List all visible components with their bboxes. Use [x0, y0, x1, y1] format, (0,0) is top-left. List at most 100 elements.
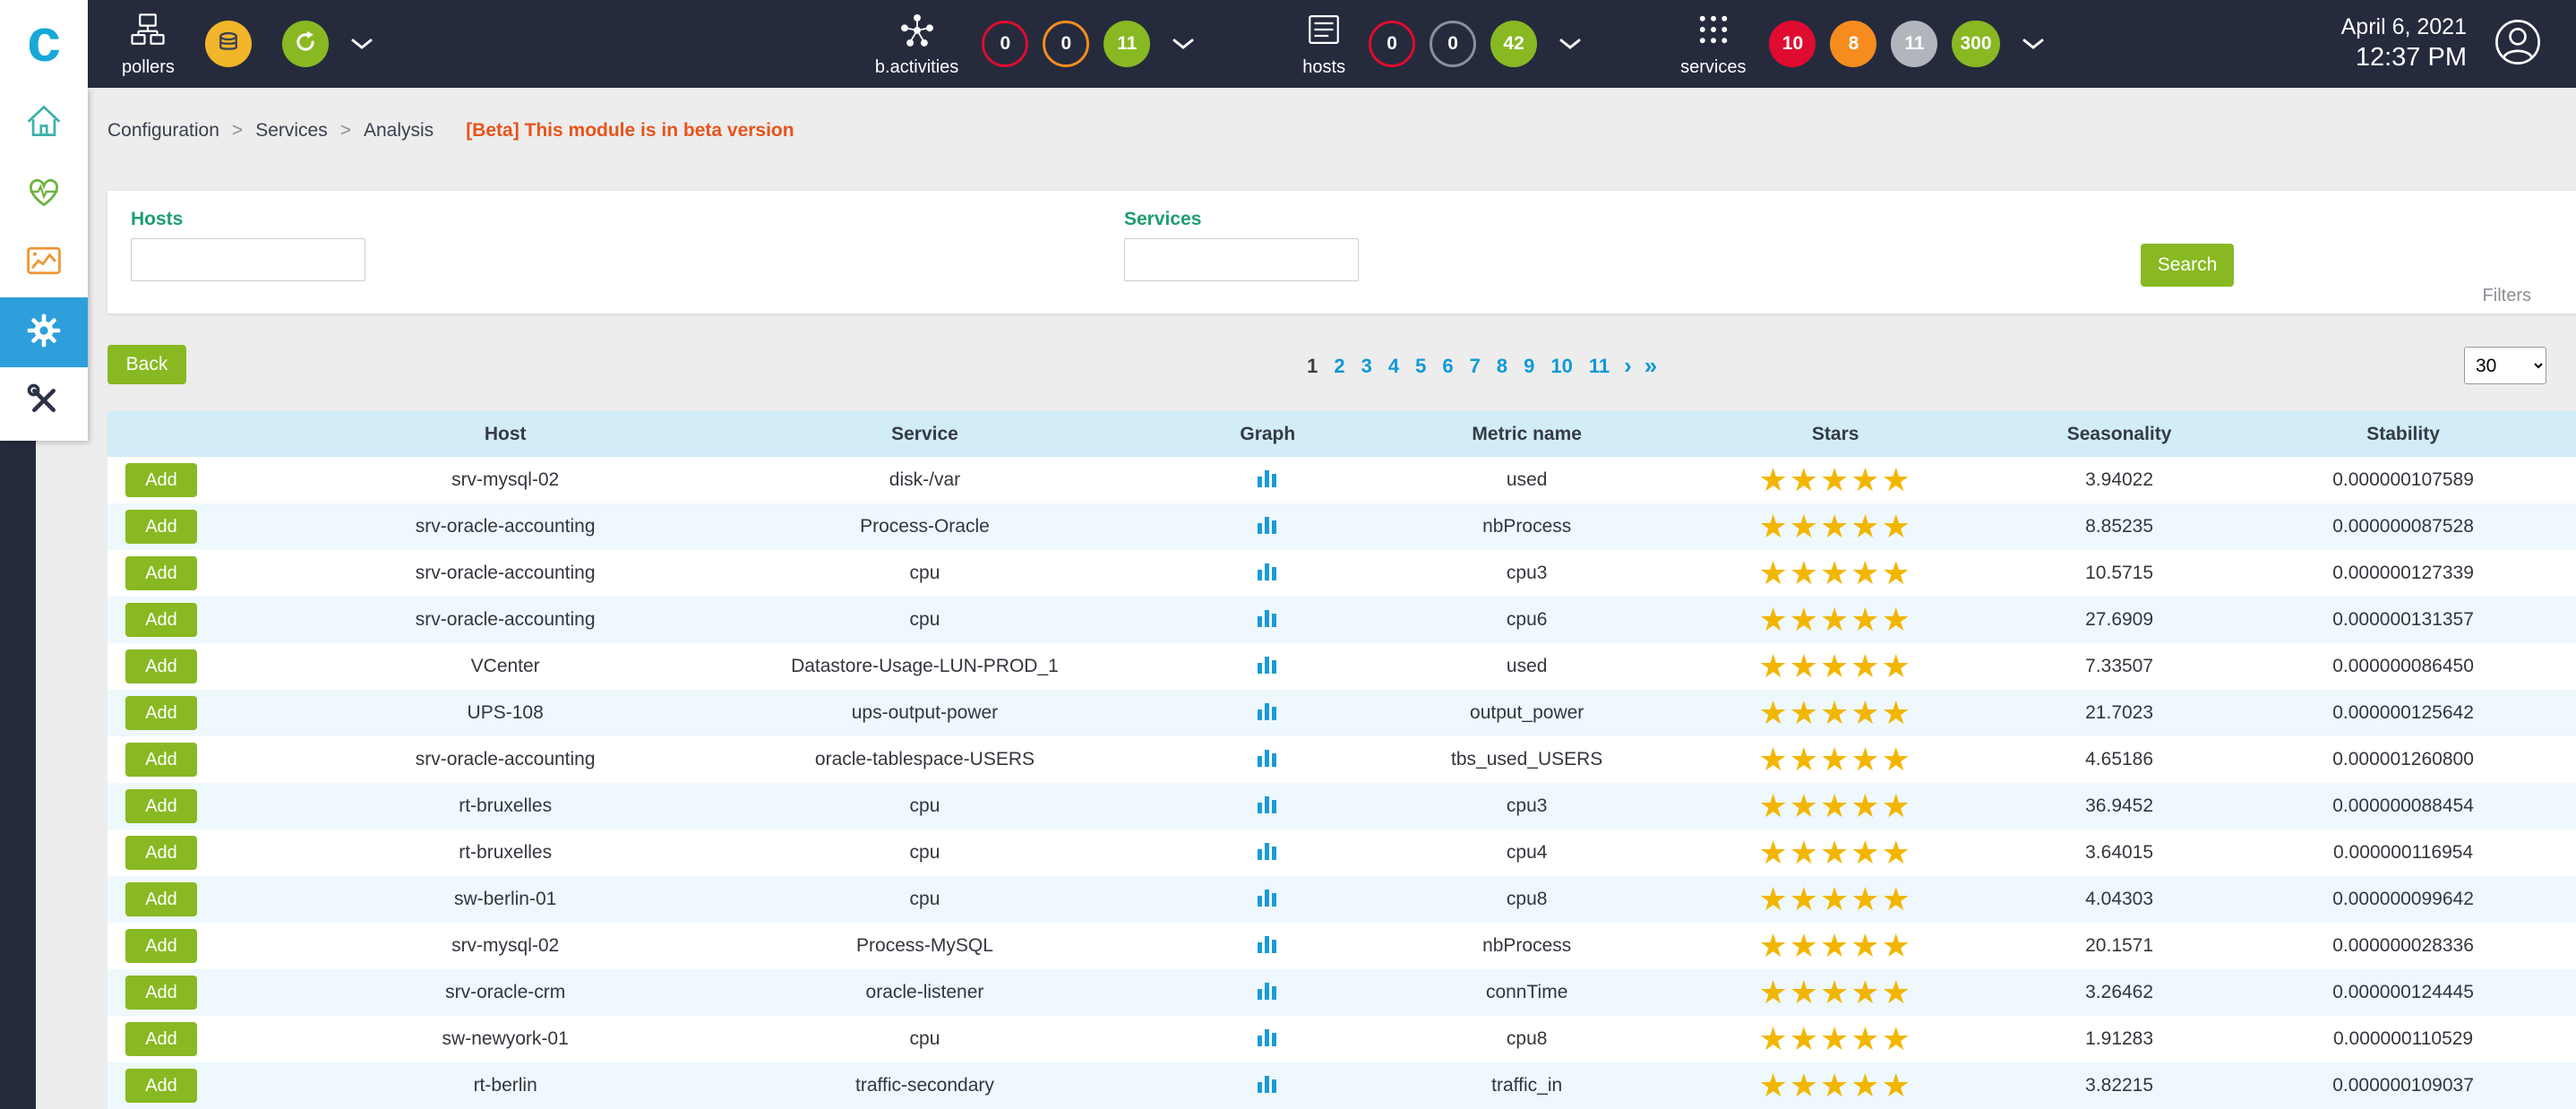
- hosts-status-badge[interactable]: 42: [1490, 21, 1537, 67]
- report-chart-icon: [24, 241, 64, 285]
- hosts-chevron-down-icon[interactable]: [1558, 37, 1582, 51]
- service-cell: cpu: [700, 876, 1144, 923]
- services-status-badge[interactable]: 10: [1769, 21, 1816, 67]
- metric-cell: used: [1391, 457, 1662, 503]
- user-profile-icon[interactable]: [2494, 18, 2542, 71]
- add-button[interactable]: Add: [125, 603, 197, 637]
- service-cell: oracle-tablespace-USERS: [700, 736, 1144, 783]
- poller-latency-status-badge[interactable]: [282, 21, 329, 67]
- services-status-badge[interactable]: 8: [1830, 21, 1876, 67]
- add-button[interactable]: Add: [125, 836, 197, 870]
- seasonality-cell: 8.85235: [2008, 503, 2230, 550]
- seasonality-cell: 3.94022: [2008, 457, 2230, 503]
- poller-database-status-badge[interactable]: [205, 21, 252, 67]
- back-button[interactable]: Back: [107, 345, 186, 384]
- add-button[interactable]: Add: [125, 882, 197, 916]
- business-activities-icon: [898, 11, 936, 53]
- stability-cell: 0.000000099642: [2230, 876, 2576, 923]
- sidebar-item-configuration[interactable]: [0, 297, 88, 367]
- page-link-8[interactable]: 8: [1497, 355, 1507, 378]
- centreon-logo[interactable]: c: [0, 0, 88, 88]
- graph-icon[interactable]: [1256, 1071, 1279, 1095]
- graph-icon[interactable]: [1256, 606, 1279, 629]
- stability-cell: 0.000000109037: [2230, 1062, 2576, 1109]
- business-activities-menu[interactable]: b.activities 0011: [875, 11, 1195, 78]
- add-button[interactable]: Add: [125, 556, 197, 590]
- page-link-9[interactable]: 9: [1524, 355, 1534, 378]
- sidebar-item-reporting[interactable]: [0, 228, 88, 297]
- business-activities-chevron-down-icon[interactable]: [1172, 37, 1195, 51]
- sidebar-item-administration[interactable]: [0, 367, 88, 437]
- services-status-badge[interactable]: 11: [1891, 21, 1937, 67]
- search-button[interactable]: Search: [2141, 244, 2234, 287]
- add-button[interactable]: Add: [125, 696, 197, 730]
- add-button[interactable]: Add: [125, 976, 197, 1010]
- add-button[interactable]: Add: [125, 510, 197, 544]
- hosts-status-badge[interactable]: 0: [1369, 21, 1415, 67]
- services-status-badge[interactable]: 300: [1952, 21, 1999, 67]
- graph-icon[interactable]: [1256, 745, 1279, 769]
- graph-icon[interactable]: [1256, 792, 1279, 815]
- graph-icon[interactable]: [1256, 559, 1279, 582]
- table-row: Add sw-berlin-01 cpu cpu8 ★★★★★ 4.04303 …: [107, 876, 2576, 923]
- service-cell: cpu: [700, 830, 1144, 876]
- page-size-select[interactable]: 30: [2464, 347, 2546, 384]
- business-activities-badges: 00 11: [982, 21, 1150, 67]
- hosts-filter-input[interactable]: [131, 238, 365, 281]
- table-body: Add srv-mysql-02 disk-/var used ★★★★★ 3.…: [107, 457, 2576, 1109]
- services-filter-input[interactable]: [1124, 238, 1359, 281]
- services-chevron-down-icon[interactable]: [2022, 37, 2045, 51]
- current-date: April 6, 2021: [2341, 13, 2467, 42]
- add-button[interactable]: Add: [125, 649, 197, 683]
- graph-icon[interactable]: [1256, 466, 1279, 489]
- add-button[interactable]: Add: [125, 743, 197, 777]
- service-cell: cpu: [700, 1016, 1144, 1062]
- last-page-icon[interactable]: »: [1644, 352, 1657, 380]
- host-cell: rt-berlin: [280, 1062, 700, 1109]
- add-button[interactable]: Add: [125, 1022, 197, 1056]
- bactivities-status-badge[interactable]: 0: [1043, 21, 1089, 67]
- page-link-10[interactable]: 10: [1550, 355, 1572, 378]
- stability-cell: 0.000000088454: [2230, 783, 2576, 830]
- page-link-4[interactable]: 4: [1388, 355, 1399, 378]
- graph-icon[interactable]: [1256, 652, 1279, 675]
- seasonality-cell: 4.04303: [2008, 876, 2230, 923]
- service-cell: oracle-listener: [700, 969, 1144, 1016]
- graph-icon[interactable]: [1256, 512, 1279, 536]
- page-link-5[interactable]: 5: [1415, 355, 1426, 378]
- graph-icon[interactable]: [1256, 978, 1279, 1002]
- service-cell: cpu: [700, 783, 1144, 830]
- add-button[interactable]: Add: [125, 463, 197, 497]
- page-link-6[interactable]: 6: [1442, 355, 1453, 378]
- hosts-status-badge[interactable]: 0: [1430, 21, 1476, 67]
- bactivities-status-badge[interactable]: 11: [1103, 21, 1150, 67]
- graph-icon[interactable]: [1256, 932, 1279, 955]
- graph-icon[interactable]: [1256, 699, 1279, 722]
- host-cell: srv-oracle-accounting: [280, 503, 700, 550]
- page-link-7[interactable]: 7: [1470, 355, 1481, 378]
- next-page-icon[interactable]: ›: [1624, 352, 1632, 380]
- page-link-2[interactable]: 2: [1334, 355, 1344, 378]
- breadcrumb-services[interactable]: Services: [255, 120, 328, 142]
- pollers-chevron-down-icon[interactable]: [350, 37, 374, 51]
- page-link-1[interactable]: 1: [1307, 355, 1318, 378]
- add-button[interactable]: Add: [125, 789, 197, 823]
- add-button[interactable]: Add: [125, 929, 197, 963]
- breadcrumb-analysis[interactable]: Analysis: [364, 120, 434, 142]
- stability-cell: 0.000001260800: [2230, 736, 2576, 783]
- pollers-menu[interactable]: pollers: [122, 11, 374, 78]
- sidebar-item-monitoring[interactable]: [0, 158, 88, 228]
- graph-icon[interactable]: [1256, 885, 1279, 908]
- column-header: [107, 411, 280, 457]
- page-link-3[interactable]: 3: [1361, 355, 1372, 378]
- add-button[interactable]: Add: [125, 1069, 197, 1103]
- bactivities-status-badge[interactable]: 0: [982, 21, 1028, 67]
- breadcrumb-configuration[interactable]: Configuration: [107, 120, 219, 142]
- star-rating: ★★★★★: [1758, 741, 1911, 778]
- graph-icon[interactable]: [1256, 1025, 1279, 1048]
- sidebar-item-home[interactable]: [0, 88, 88, 158]
- page-link-11[interactable]: 11: [1589, 355, 1610, 378]
- services-menu[interactable]: services 10811300: [1680, 11, 2044, 78]
- hosts-menu[interactable]: hosts 0042: [1302, 11, 1582, 78]
- graph-icon[interactable]: [1256, 838, 1279, 862]
